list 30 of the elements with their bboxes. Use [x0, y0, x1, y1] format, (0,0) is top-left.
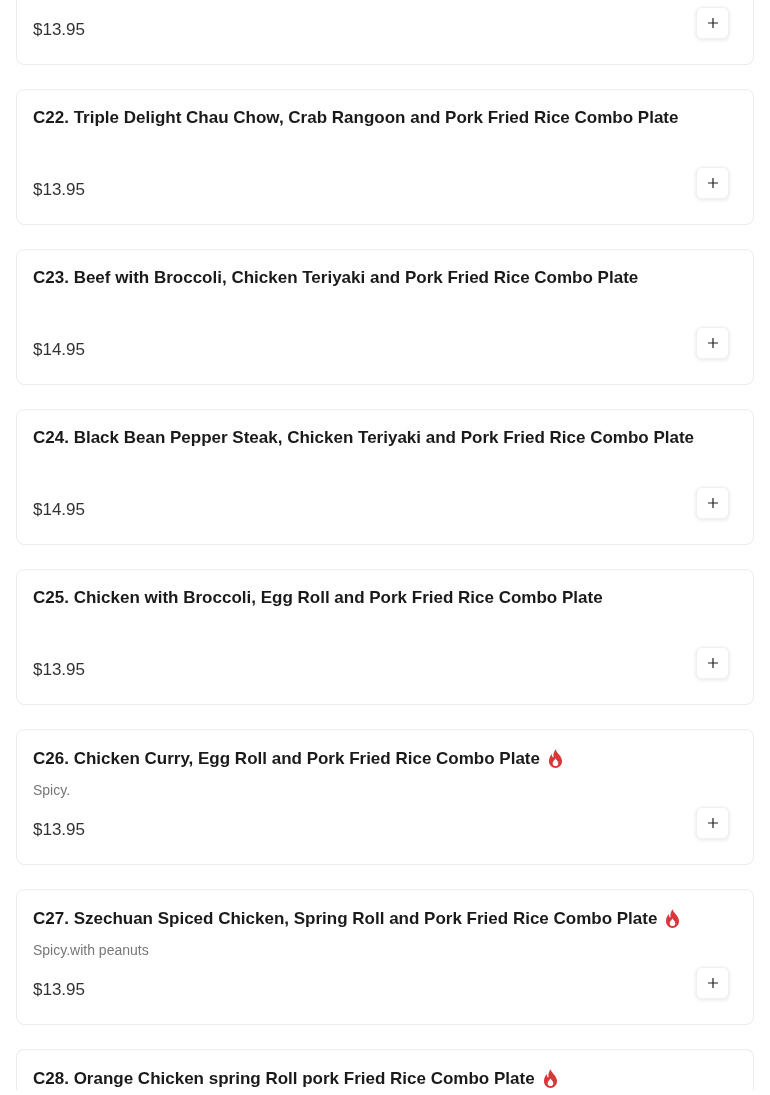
plus-icon	[707, 978, 718, 988]
add-button[interactable]	[696, 7, 729, 39]
item-title: C25. Chicken with Broccoli, Egg Roll and Pork Fried Rice Combo Plate	[33, 589, 603, 606]
add-button[interactable]	[696, 167, 729, 199]
plus-icon	[707, 498, 718, 508]
item-price: $13.95	[33, 180, 85, 200]
item-title: C24. Black Bean Pepper Steak, Chicken Teriyaki and Pork Fried Rice Combo Plate	[33, 429, 695, 446]
add-button[interactable]	[696, 807, 729, 839]
item-price: $13.95	[33, 980, 85, 1000]
item-price: $13.95	[33, 660, 85, 680]
item-price: $13.95	[33, 20, 85, 40]
item-title: C27. Szechuan Spiced Chicken, Spring Roll and Pork Fried Rice Combo Plate	[33, 910, 658, 927]
item-description: Spicy.	[33, 782, 72, 798]
add-button[interactable]	[696, 327, 729, 359]
add-button[interactable]	[696, 967, 729, 999]
add-button[interactable]	[696, 487, 729, 519]
item-price: $14.95	[33, 500, 85, 520]
plus-icon	[707, 18, 718, 28]
item-description: Spicy.with peanuts	[33, 942, 150, 958]
item-price: $13.95	[33, 820, 85, 840]
item-title: C26. Chicken Curry, Egg Roll and Pork Fried Rice Combo Plate	[33, 750, 540, 767]
item-title: C23. Beef with Broccoli, Chicken Teriyaki and Pork Fried Rice Combo Plate	[33, 269, 639, 286]
plus-icon	[707, 178, 718, 188]
add-button[interactable]	[696, 647, 729, 679]
item-title: C28. Orange Chicken spring Roll pork Fried Rice Combo Plate	[33, 1070, 535, 1087]
item-title: C22. Triple Delight Chau Chow, Crab Rangoon and Pork Fried Rice Combo Plate	[33, 109, 679, 126]
plus-icon	[707, 338, 718, 348]
plus-icon	[707, 818, 718, 828]
item-price: $14.95	[33, 340, 85, 360]
plus-icon	[707, 658, 718, 668]
